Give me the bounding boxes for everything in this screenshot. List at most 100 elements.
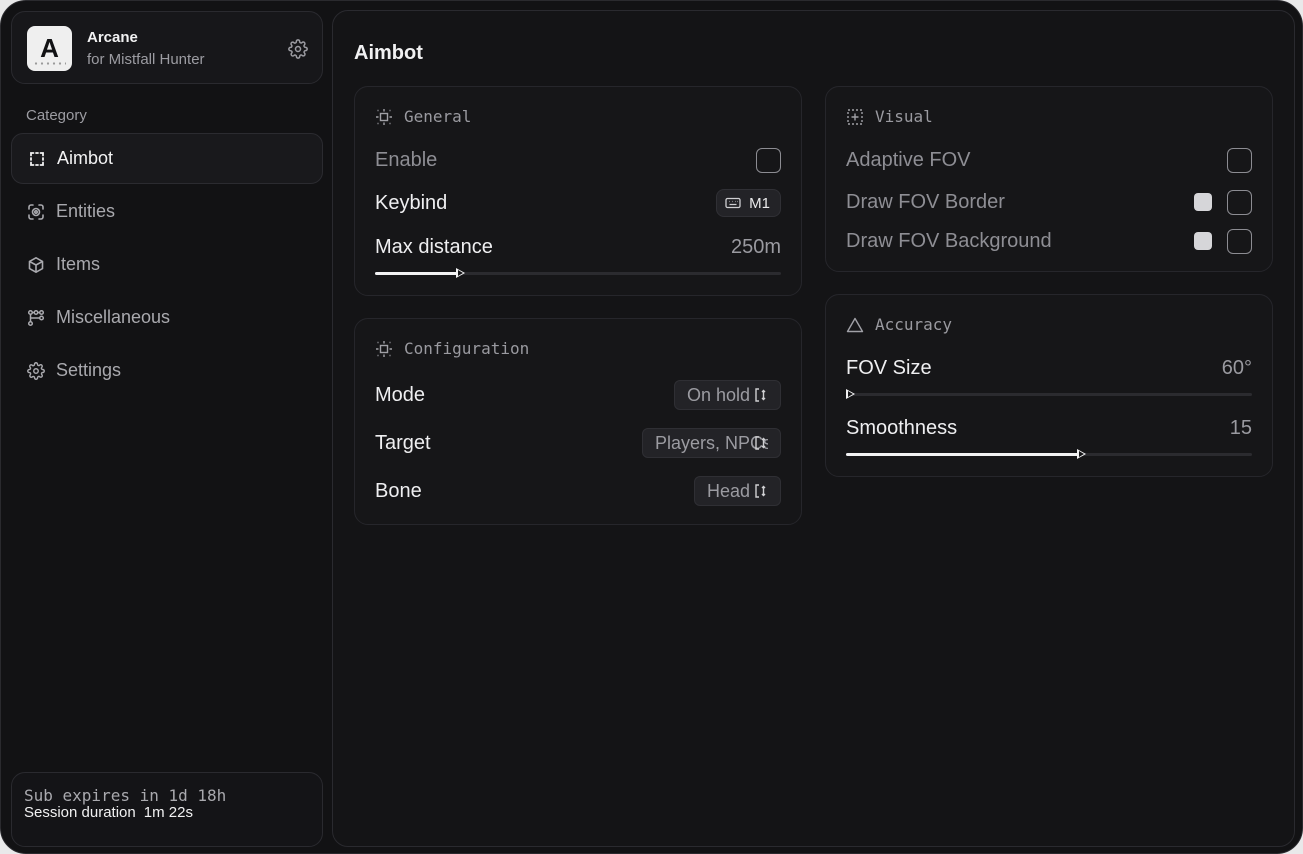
app-window: A Arcane for Mistfall Hunter Category Ai… — [0, 0, 1303, 854]
panel-title: Visual — [875, 107, 933, 126]
max-distance-slider[interactable] — [375, 267, 781, 279]
slider-thumb[interactable] — [846, 389, 855, 399]
gear-icon — [27, 361, 45, 380]
smoothness-label: Smoothness — [846, 416, 958, 439]
keybind-value: M1 — [749, 194, 770, 212]
app-settings-gear-icon[interactable] — [288, 39, 308, 59]
select-value: Head — [706, 480, 750, 501]
sidebar-item-aimbot[interactable]: Aimbot — [11, 133, 323, 184]
keybind-label: Keybind — [375, 191, 448, 214]
target-select[interactable]: Players, NPCs — [642, 428, 781, 458]
draw-fov-border-checkbox[interactable] — [1227, 189, 1252, 215]
draw-fov-border-label: Draw FOV Border — [846, 190, 1005, 213]
slider-thumb[interactable] — [1077, 449, 1086, 459]
category-label: Category — [26, 107, 87, 124]
draw-fov-border-row: Draw FOV Border — [846, 187, 1252, 217]
enable-checkbox[interactable] — [756, 147, 781, 173]
sidebar-item-label: Miscellaneous — [56, 307, 171, 327]
enable-row: Enable — [375, 145, 781, 175]
select-value: Players, NPCs — [655, 432, 768, 453]
adaptive-fov-checkbox[interactable] — [1227, 147, 1252, 173]
fov-size-row: FOV Size 60° — [846, 353, 1252, 383]
app-name: Arcane — [87, 29, 138, 46]
session-duration: Session duration 1m 22s — [24, 804, 193, 821]
subscription-card: Sub expires in 1d 18h Session duration 1m… — [11, 772, 323, 847]
adaptive-fov-label: Adaptive FOV — [846, 148, 971, 171]
crosshair-square-icon — [375, 340, 393, 358]
crosshair-square-icon — [375, 108, 393, 126]
mode-row: Mode On hold — [375, 380, 781, 410]
max-distance-label: Max distance — [375, 235, 493, 258]
panel-title: General — [404, 107, 472, 126]
main-content: Aimbot General Enable Keybind M1 Max dis… — [332, 10, 1295, 847]
adaptive-fov-row: Adaptive FOV — [846, 145, 1252, 175]
chevrons-up-down-icon — [754, 387, 770, 403]
chevrons-up-down-icon — [754, 483, 770, 499]
sidebar-item-items[interactable]: Items — [11, 239, 323, 290]
bone-row: Bone Head — [375, 476, 781, 506]
mode-select[interactable]: On hold — [673, 380, 781, 410]
nodes-icon — [27, 309, 45, 327]
keyboard-icon — [725, 195, 741, 211]
dashed-square-icon — [28, 150, 46, 168]
app-header-card: A Arcane for Mistfall Hunter — [11, 11, 323, 84]
smoothness-row: Smoothness 15 — [846, 413, 1252, 443]
visual-panel: Visual Adaptive FOV Draw FOV Border Draw… — [825, 86, 1273, 272]
configuration-panel: Configuration Mode On hold Target Player… — [354, 318, 802, 525]
sidebar-item-label: Settings — [56, 360, 122, 380]
keybind-row: Keybind M1 — [375, 188, 781, 218]
app-logo: A — [27, 26, 72, 71]
smoothness-value: 15 — [1229, 416, 1252, 439]
visual-panel-header: Visual — [846, 107, 933, 126]
page-title: Aimbot — [354, 42, 423, 64]
subscription-expiry: Sub expires in 1d 18h — [24, 786, 227, 805]
fov-size-label: FOV Size — [846, 356, 932, 379]
sidebar-item-settings[interactable]: Settings — [11, 345, 323, 396]
draw-fov-background-label: Draw FOV Background — [846, 229, 1052, 252]
draw-fov-background-checkbox[interactable] — [1227, 228, 1252, 254]
keybind-button[interactable]: M1 — [716, 189, 781, 217]
panel-title: Configuration — [404, 339, 530, 358]
box-icon — [27, 256, 45, 274]
fov-size-value: 60° — [1221, 356, 1252, 379]
enable-label: Enable — [375, 148, 438, 171]
select-value: On hold — [686, 384, 750, 405]
sidebar-nav: Aimbot Entities Items Miscellaneous Sett… — [11, 133, 323, 398]
panel-title: Accuracy — [875, 315, 953, 334]
slider-fill — [846, 453, 1081, 456]
target-row: Target Players, NPCs — [375, 428, 781, 458]
fov-border-color-swatch[interactable] — [1194, 193, 1212, 211]
app-subtitle: for Mistfall Hunter — [87, 51, 205, 68]
draw-fov-background-controls — [1194, 228, 1252, 254]
max-distance-value: 250m — [730, 235, 781, 258]
session-label: Session duration — [24, 804, 136, 821]
draw-fov-background-row: Draw FOV Background — [846, 226, 1252, 256]
scan-person-icon — [27, 203, 45, 221]
chevrons-up-down-icon — [754, 435, 770, 451]
max-distance-row: Max distance 250m — [375, 232, 781, 262]
sidebar-item-entities[interactable]: Entities — [11, 186, 323, 237]
slider-thumb[interactable] — [456, 268, 465, 278]
accuracy-panel: Accuracy FOV Size 60° Smoothness 15 — [825, 294, 1273, 477]
bone-select[interactable]: Head — [693, 476, 781, 506]
plus-square-icon — [846, 108, 864, 126]
bone-label: Bone — [375, 479, 422, 502]
sidebar-item-miscellaneous[interactable]: Miscellaneous — [11, 292, 323, 343]
draw-fov-border-controls — [1194, 189, 1252, 215]
mode-label: Mode — [375, 383, 426, 406]
sidebar-item-label: Entities — [56, 201, 116, 221]
fov-size-slider[interactable] — [846, 388, 1252, 400]
session-value: 1m 22s — [143, 804, 193, 821]
target-label: Target — [375, 431, 431, 454]
sidebar-item-label: Aimbot — [57, 148, 114, 168]
slider-track — [846, 393, 1252, 396]
general-panel: General Enable Keybind M1 Max distance 2… — [354, 86, 802, 296]
slider-fill — [375, 272, 460, 275]
triangle-icon — [846, 316, 864, 334]
smoothness-slider[interactable] — [846, 448, 1252, 460]
general-panel-header: General — [375, 107, 471, 126]
sidebar: A Arcane for Mistfall Hunter Category Ai… — [11, 11, 323, 847]
accuracy-panel-header: Accuracy — [846, 315, 952, 334]
fov-background-color-swatch[interactable] — [1194, 232, 1212, 250]
sidebar-item-label: Items — [56, 254, 101, 274]
